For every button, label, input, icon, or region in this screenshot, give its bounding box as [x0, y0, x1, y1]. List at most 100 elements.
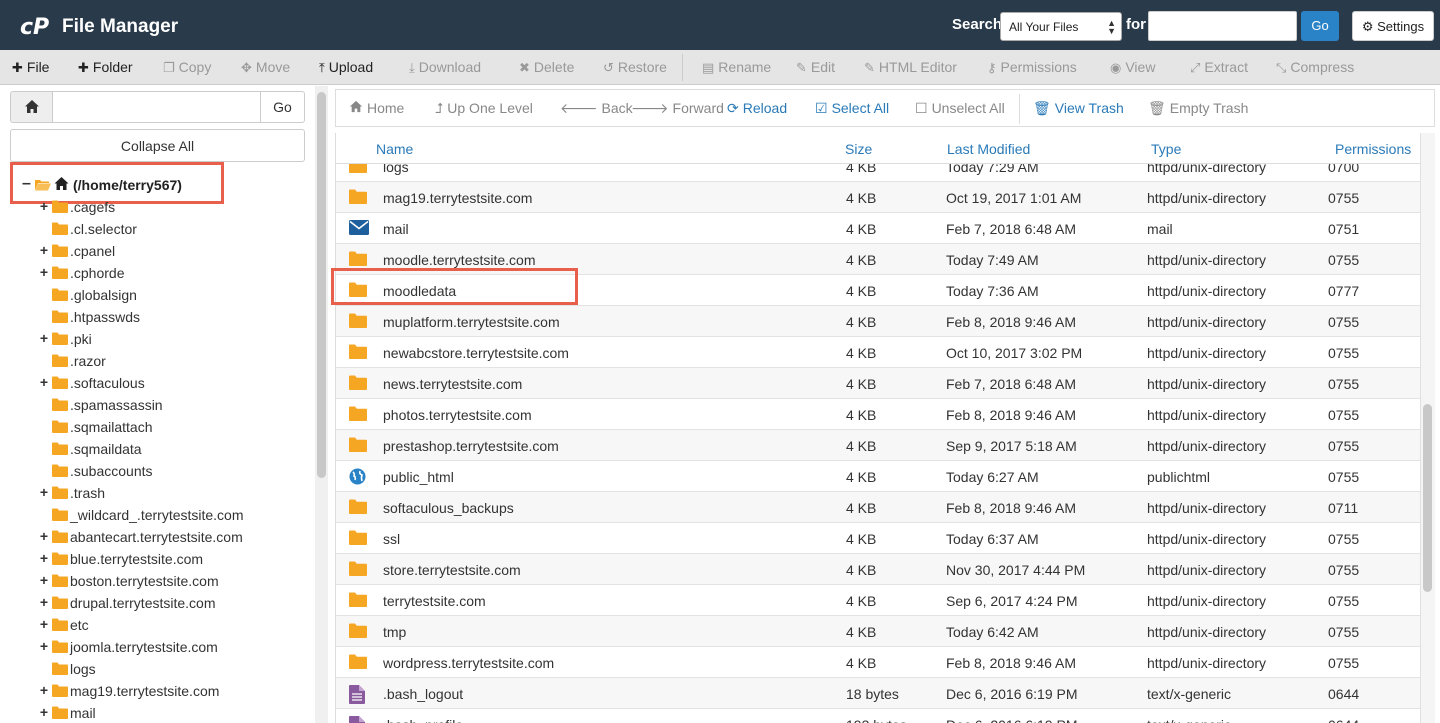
table-row[interactable]: softaculous_backups 4 KB Feb 8, 2018 9:46 …: [336, 492, 1420, 523]
table-row[interactable]: mail 4 KB Feb 7, 2018 6:48 AM mail 0751: [336, 213, 1420, 244]
table-row[interactable]: muplatform.terrytestsite.com 4 KB Feb 8, 2…: [336, 306, 1420, 337]
table-row[interactable]: ssl 4 KB Today 6:37 AM httpd/unix-directory…: [336, 523, 1420, 554]
expand-icon[interactable]: +: [39, 264, 49, 280]
table-row[interactable]: mag19.terrytestsite.com 4 KB Oct 19, 2017 …: [336, 182, 1420, 213]
expand-icon[interactable]: +: [39, 374, 49, 390]
compress-button[interactable]: ⤡ Compress: [1276, 59, 1354, 76]
up-one-level-button[interactable]: ⮥ Up One Level: [435, 100, 533, 117]
empty-trash-button[interactable]: 🗑 Empty Trash: [1148, 100, 1248, 117]
table-row[interactable]: news.terrytestsite.com 4 KB Feb 7, 2018 6:…: [336, 368, 1420, 399]
search-go-button[interactable]: Go: [1301, 11, 1339, 41]
table-row[interactable]: .bash_profile 193 bytes Dec 6, 2016 6:19 P…: [336, 709, 1420, 723]
tree-path-input[interactable]: [53, 91, 261, 123]
tree-item-label: .cl.selector: [70, 221, 137, 237]
collapse-all-button[interactable]: Collapse All: [10, 129, 305, 162]
file-size: 4 KB: [846, 562, 877, 578]
expand-icon[interactable]: +: [39, 484, 49, 500]
column-size[interactable]: Size: [845, 141, 872, 157]
select-all-button[interactable]: ☑ Select All: [815, 100, 889, 117]
file-type: httpd/unix-directory: [1147, 190, 1267, 206]
file-size: 4 KB: [846, 531, 877, 547]
html-editor-button[interactable]: ✎ HTML Editor: [864, 59, 957, 76]
table-row[interactable]: store.terrytestsite.com 4 KB Nov 30, 2017 …: [336, 554, 1420, 585]
new-file-button[interactable]: ✚ File: [12, 59, 49, 76]
file-permissions: 0711: [1328, 500, 1359, 516]
download-button[interactable]: ⤓ Download: [409, 59, 481, 76]
table-row[interactable]: tmp 4 KB Today 6:42 AM httpd/unix-directory…: [336, 616, 1420, 647]
html-editor-icon: ✎: [864, 60, 875, 75]
file-type: httpd/unix-directory: [1147, 438, 1267, 454]
edit-button[interactable]: ✎ Edit: [796, 59, 835, 76]
copy-button[interactable]: ❐ Copy: [163, 59, 211, 76]
upload-button[interactable]: ⤒ Upload: [319, 59, 373, 76]
column-name[interactable]: Name: [376, 141, 413, 157]
check-square-icon: ☑: [815, 100, 828, 116]
permissions-button[interactable]: ⚷ Permissions: [987, 59, 1077, 76]
table-row[interactable]: newabcstore.terrytestsite.com 4 KB Oct 10,…: [336, 337, 1420, 368]
table-row[interactable]: public_html 4 KB Today 6:27 AM publichtml 07…: [336, 461, 1420, 492]
expand-icon[interactable]: +: [39, 330, 49, 346]
folder-icon: [52, 508, 68, 521]
file-name: prestashop.terrytestsite.com: [383, 438, 559, 454]
column-permissions[interactable]: Permissions: [1335, 141, 1411, 157]
new-folder-button[interactable]: ✚ Folder: [78, 59, 133, 76]
expand-icon[interactable]: +: [39, 594, 49, 610]
tree-home-button[interactable]: [10, 91, 53, 123]
folder-icon: [52, 530, 68, 543]
table-row[interactable]: .bash_logout 18 bytes Dec 6, 2016 6:19 PM t…: [336, 678, 1420, 709]
expand-icon[interactable]: +: [39, 616, 49, 632]
nav-home-button[interactable]: Home: [349, 100, 404, 116]
column-type[interactable]: Type: [1151, 141, 1181, 157]
expand-icon[interactable]: +: [39, 528, 49, 544]
extract-button[interactable]: ⤢ Extract: [1190, 59, 1248, 76]
right-scrollbar-thumb[interactable]: [1423, 404, 1432, 592]
search-scope-select[interactable]: All Your Files ▲ ▼: [1000, 12, 1122, 41]
tree-item-label: drupal.terrytestsite.com: [70, 595, 216, 611]
folder-icon: [349, 499, 367, 514]
unselect-all-button[interactable]: ☐ Unselect All: [915, 100, 1005, 117]
folder-icon: [349, 344, 367, 359]
left-scrollbar-thumb[interactable]: [317, 92, 326, 478]
folder-icon: [52, 684, 68, 697]
table-row[interactable]: prestashop.terrytestsite.com 4 KB Sep 9, 2…: [336, 430, 1420, 461]
home-icon: [54, 177, 69, 190]
expand-icon[interactable]: +: [39, 572, 49, 588]
reload-button[interactable]: ⟳ Reload: [727, 100, 787, 117]
expand-icon[interactable]: +: [39, 638, 49, 654]
table-row[interactable]: wordpress.terrytestsite.com 4 KB Feb 8, 20…: [336, 647, 1420, 678]
delete-button[interactable]: ✖ Delete: [519, 59, 574, 76]
column-last-modified[interactable]: Last Modified: [947, 141, 1030, 157]
expand-icon[interactable]: +: [39, 704, 49, 720]
file-size: 4 KB: [846, 221, 877, 237]
view-trash-button[interactable]: 🗑 View Trash: [1033, 100, 1124, 117]
file-permissions: 0755: [1328, 593, 1360, 609]
collapse-icon[interactable]: –: [22, 175, 31, 193]
file-type: text/x-generic: [1147, 717, 1231, 723]
file-size: 4 KB: [846, 469, 877, 485]
search-input[interactable]: [1148, 11, 1297, 41]
rename-button[interactable]: ▤ Rename: [702, 59, 771, 76]
row-icon: [349, 313, 367, 331]
back-button[interactable]: 🡐 Back: [560, 100, 633, 117]
settings-button[interactable]: ⚙ Settings: [1352, 11, 1434, 41]
file-type: httpd/unix-directory: [1147, 345, 1267, 361]
table-row[interactable]: terrytestsite.com 4 KB Sep 6, 2017 4:24 PM…: [336, 585, 1420, 616]
file-type: httpd/unix-directory: [1147, 314, 1267, 330]
row-icon: [349, 685, 365, 707]
file-size: 4 KB: [846, 345, 877, 361]
tree-item-label: .trash: [70, 485, 106, 501]
expand-icon[interactable]: +: [39, 550, 49, 566]
file-type: httpd/unix-directory: [1147, 562, 1267, 578]
forward-button[interactable]: 🡒 Forward: [631, 100, 724, 117]
restore-button[interactable]: ↺ Restore: [603, 59, 667, 76]
tree-go-button[interactable]: Go: [260, 91, 305, 123]
table-row[interactable]: photos.terrytestsite.com 4 KB Feb 8, 2018 …: [336, 399, 1420, 430]
folder-icon: [349, 530, 367, 545]
view-button[interactable]: ◉ View: [1110, 59, 1155, 76]
expand-icon[interactable]: +: [39, 198, 49, 214]
expand-icon[interactable]: +: [39, 682, 49, 698]
expand-icon[interactable]: +: [39, 242, 49, 258]
folder-icon: [52, 574, 68, 587]
move-button[interactable]: ✥ Move: [241, 59, 290, 76]
file-name: mag19.terrytestsite.com: [383, 190, 533, 206]
